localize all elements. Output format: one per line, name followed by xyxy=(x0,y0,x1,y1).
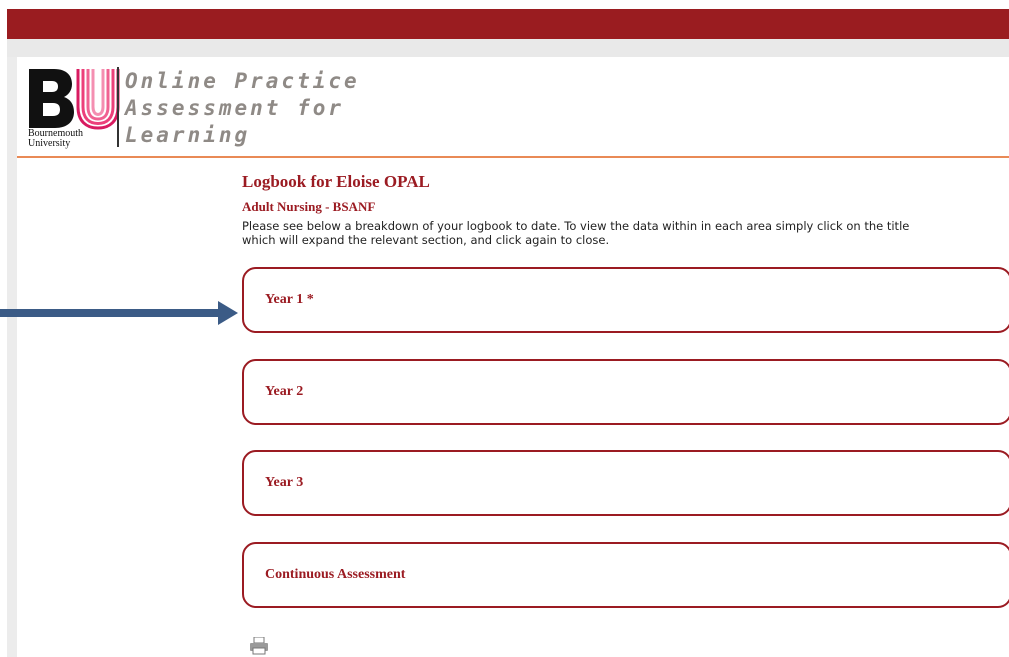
section-year-2[interactable]: Year 2 xyxy=(242,359,1009,425)
logo-caption: Bournemouth University xyxy=(28,129,83,149)
programme-name: Adult Nursing - BSANF xyxy=(242,199,376,214)
left-edge xyxy=(7,57,17,657)
header-strip xyxy=(7,39,1009,57)
logbook-content: Logbook for Eloise OPAL Adult Nursing - … xyxy=(242,171,1009,247)
page-title: Logbook for Eloise OPAL xyxy=(242,172,430,191)
section-title-year-2[interactable]: Year 2 xyxy=(265,384,303,400)
logo-caption-line2: University xyxy=(28,138,71,149)
section-title-continuous-assessment[interactable]: Continuous Assessment xyxy=(265,567,405,583)
intro-line2: which will expand the relevant section, … xyxy=(242,233,610,247)
section-year-3[interactable]: Year 3 xyxy=(242,450,1009,516)
annotation-arrow-icon xyxy=(0,301,238,325)
section-title-year-3[interactable]: Year 3 xyxy=(265,475,303,491)
intro-line1: Please see below a breakdown of your log… xyxy=(242,219,910,233)
intro-text: Please see below a breakdown of your log… xyxy=(242,219,1009,247)
app-title-line1: Online Practice xyxy=(125,69,360,93)
section-title-year-1[interactable]: Year 1 * xyxy=(265,292,314,308)
section-year-1[interactable]: Year 1 * xyxy=(242,267,1009,333)
app-title: Online Practice Assessment for Learning xyxy=(125,68,425,149)
top-banner xyxy=(7,9,1009,39)
app-title-line3: Learning xyxy=(125,123,251,147)
section-continuous-assessment[interactable]: Continuous Assessment xyxy=(242,542,1009,608)
logo-divider xyxy=(117,67,119,147)
header-divider xyxy=(17,156,1009,158)
app-title-line2: Assessment for xyxy=(125,96,345,120)
page-body: Bournemouth University Online Practice A… xyxy=(17,57,1009,657)
printer-icon[interactable] xyxy=(249,637,269,655)
